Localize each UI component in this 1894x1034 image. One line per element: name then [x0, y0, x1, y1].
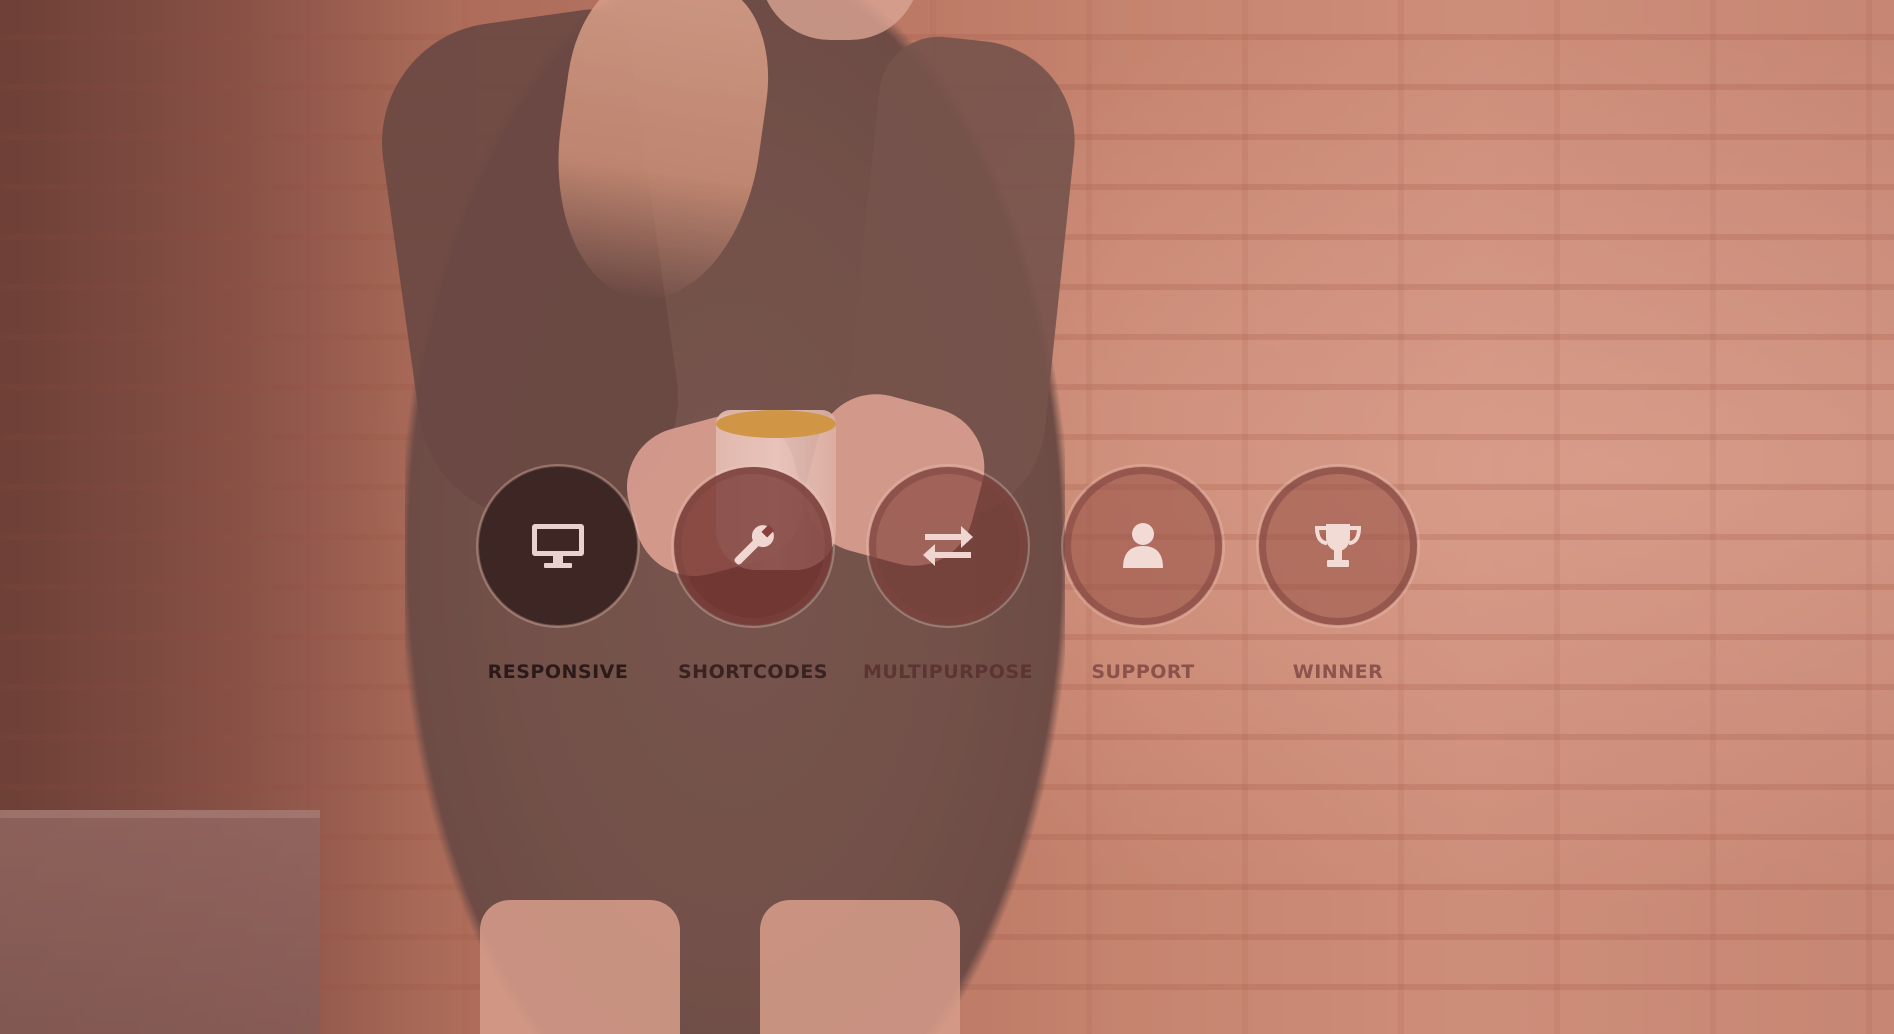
- features-row: RESPONSIVE SHORTCODES MULTIPURPOSE SUPPO…: [476, 464, 1420, 687]
- feature-winner-circle[interactable]: [1256, 464, 1420, 628]
- feature-responsive-label: RESPONSIVE: [487, 661, 629, 683]
- trophy-icon: [1308, 516, 1368, 576]
- monitor-icon: [528, 516, 588, 576]
- feature-multipurpose[interactable]: MULTIPURPOSE: [863, 464, 1033, 687]
- exchange-arrows-icon: [918, 516, 978, 576]
- feature-multipurpose-circle[interactable]: [866, 464, 1030, 628]
- feature-winner[interactable]: WINNER: [1256, 464, 1420, 687]
- feature-shortcodes[interactable]: SHORTCODES: [671, 464, 835, 687]
- hero-section: RESPONSIVE SHORTCODES MULTIPURPOSE SUPPO…: [0, 0, 1894, 1034]
- feature-responsive[interactable]: RESPONSIVE: [476, 464, 640, 687]
- feature-support-circle[interactable]: [1061, 464, 1225, 628]
- feature-multipurpose-label: MULTIPURPOSE: [862, 661, 1034, 683]
- user-icon: [1113, 516, 1173, 576]
- feature-winner-label: WINNER: [1292, 661, 1384, 683]
- feature-shortcodes-label: SHORTCODES: [677, 661, 828, 683]
- feature-support-label: SUPPORT: [1091, 661, 1195, 683]
- wrench-icon: [723, 516, 783, 576]
- feature-shortcodes-circle[interactable]: [671, 464, 835, 628]
- feature-support[interactable]: SUPPORT: [1061, 464, 1225, 687]
- feature-responsive-circle[interactable]: [476, 464, 640, 628]
